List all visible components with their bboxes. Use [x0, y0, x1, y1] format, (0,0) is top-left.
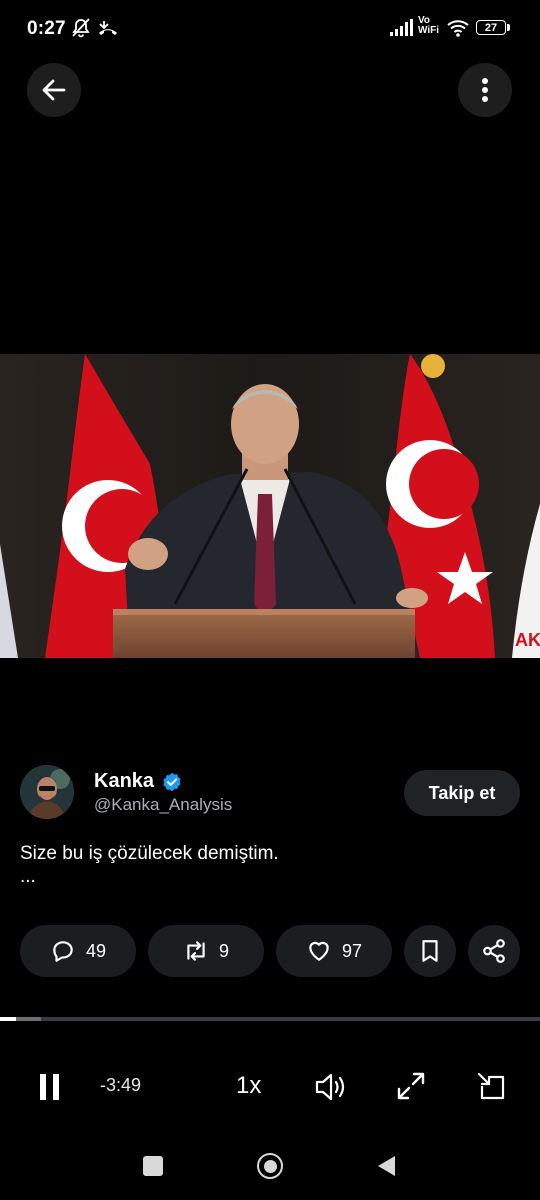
pause-button[interactable]	[26, 1063, 74, 1111]
verified-badge-icon	[163, 772, 181, 792]
more-options-button[interactable]	[458, 63, 512, 117]
video-player[interactable]: AK	[0, 354, 540, 658]
heart-icon	[309, 941, 329, 961]
tweet-more[interactable]: ...	[20, 866, 36, 888]
tweet-text: Size bu iş çözülecek demiştim.	[20, 843, 279, 864]
more-vertical-icon	[482, 78, 488, 102]
playback-speed-button[interactable]: 1x	[236, 1072, 261, 1100]
reply-button[interactable]: 49	[20, 925, 136, 977]
recent-apps-button[interactable]	[143, 1156, 163, 1176]
home-dot	[263, 1159, 277, 1173]
avatar[interactable]	[20, 765, 74, 819]
reply-icon	[53, 941, 73, 962]
avatar-image	[20, 765, 74, 819]
expand-icon	[397, 1072, 425, 1100]
video-progress-bar[interactable]	[0, 1017, 540, 1021]
missed-call-icon	[99, 21, 117, 35]
status-time: 0:27	[27, 18, 66, 39]
volume-icon	[315, 1073, 345, 1101]
battery-icon: 27	[476, 20, 506, 35]
pip-button[interactable]	[472, 1068, 510, 1106]
arrow-left-icon	[42, 79, 66, 101]
back-nav-icon[interactable]	[375, 1154, 397, 1178]
author-handle[interactable]: @Kanka_Analysis	[94, 795, 232, 815]
mute-icon	[72, 18, 90, 38]
wifi-icon	[447, 20, 469, 37]
bookmark-button[interactable]	[404, 925, 456, 977]
vowifi-label: Vo WiFi	[418, 15, 440, 36]
bookmark-icon	[422, 940, 438, 962]
reply-count: 49	[85, 940, 107, 961]
home-button[interactable]	[257, 1153, 283, 1179]
status-bar: 0:27 Vo WiFi 27	[0, 0, 540, 58]
retweet-count: 9	[218, 940, 229, 961]
progress-played	[0, 1017, 17, 1021]
share-button[interactable]	[468, 925, 520, 977]
author-name[interactable]: Kanka	[94, 770, 154, 793]
battery-tip	[507, 24, 510, 31]
like-button[interactable]: 97	[276, 925, 392, 977]
battery-level: 27	[484, 21, 498, 34]
follow-button[interactable]: Takip et	[404, 770, 520, 816]
retweet-icon	[187, 941, 205, 961]
video-frame-image: AK	[0, 354, 540, 658]
remaining-time: -3:49	[100, 1075, 142, 1095]
signal-icon	[390, 19, 413, 36]
share-icon	[483, 939, 505, 963]
fullscreen-button[interactable]	[393, 1068, 429, 1104]
pause-icon	[40, 1074, 59, 1100]
retweet-button[interactable]: 9	[148, 925, 264, 977]
banner-text: AK	[515, 630, 540, 650]
back-button[interactable]	[27, 63, 81, 117]
picture-in-picture-icon	[477, 1072, 505, 1100]
volume-button[interactable]	[312, 1068, 350, 1106]
like-count: 97	[341, 940, 363, 961]
